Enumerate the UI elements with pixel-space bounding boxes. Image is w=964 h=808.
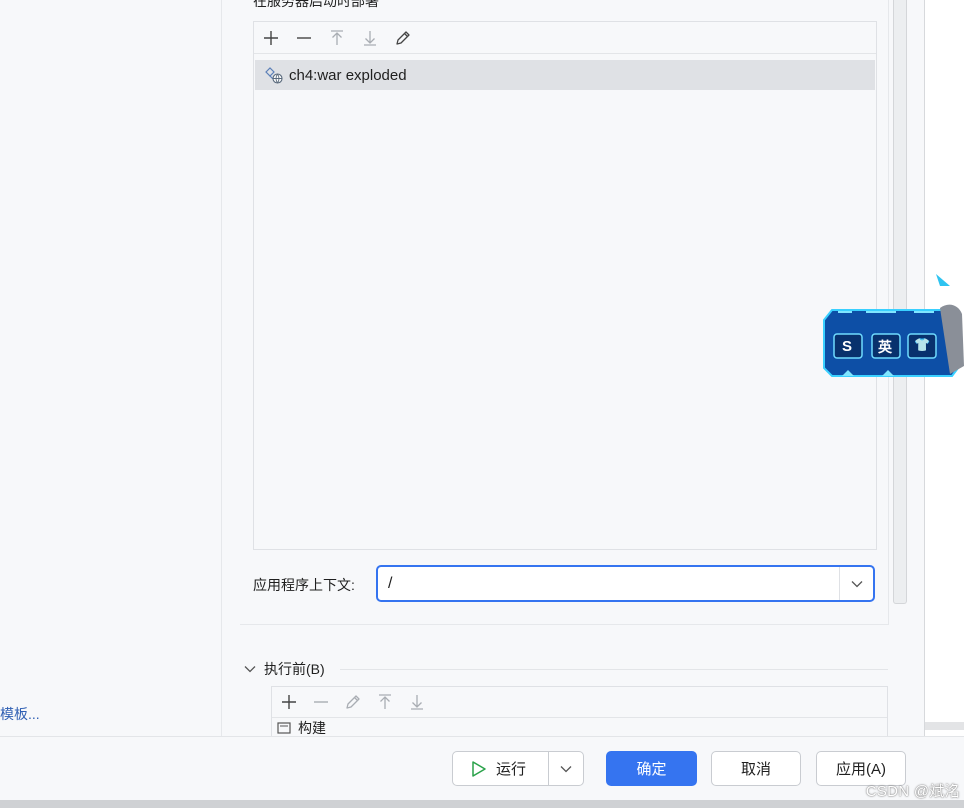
move-up-icon[interactable] bbox=[373, 690, 397, 714]
add-icon[interactable] bbox=[259, 26, 283, 50]
chevron-down-icon bbox=[560, 765, 572, 772]
run-icon bbox=[472, 760, 486, 777]
before-launch-item-label: 构建 bbox=[298, 720, 326, 736]
watermark: CSDN @斌洺 bbox=[865, 783, 960, 800]
chevron-down-icon[interactable] bbox=[839, 567, 873, 600]
widget-s-key[interactable]: S bbox=[842, 338, 852, 355]
deployment-section-title: 在服务器启动时部署 bbox=[253, 0, 379, 9]
before-launch-title: 执行前(B) bbox=[264, 661, 325, 677]
remove-icon[interactable] bbox=[309, 690, 333, 714]
move-down-icon[interactable] bbox=[405, 690, 429, 714]
divider bbox=[340, 669, 888, 670]
deployment-item[interactable]: ch4:war exploded bbox=[255, 60, 875, 90]
context-combobox[interactable]: / bbox=[376, 565, 875, 602]
build-icon bbox=[277, 722, 291, 734]
widget-skin-key[interactable]: 👕 bbox=[914, 337, 930, 353]
cancel-button[interactable]: 取消 bbox=[711, 751, 801, 786]
before-launch-toggle[interactable]: 执行前(B) bbox=[244, 659, 325, 679]
run-button[interactable]: 运行 bbox=[452, 751, 584, 786]
move-down-icon[interactable] bbox=[358, 26, 382, 50]
run-dropdown[interactable] bbox=[549, 752, 583, 785]
artifact-web-icon bbox=[264, 65, 284, 85]
context-value[interactable]: / bbox=[378, 575, 839, 593]
edit-icon[interactable] bbox=[391, 26, 415, 50]
context-label: 应用程序上下文: bbox=[253, 577, 355, 593]
run-main-button[interactable]: 运行 bbox=[453, 752, 549, 785]
edit-icon[interactable] bbox=[341, 690, 365, 714]
deployment-item-label: ch4:war exploded bbox=[289, 66, 407, 84]
deployment-list: ch4:war exploded bbox=[253, 21, 877, 550]
ok-button[interactable]: 确定 bbox=[606, 751, 697, 786]
ime-toolbar-widget[interactable]: S 英 👕 bbox=[818, 268, 964, 380]
window-bottom-edge bbox=[0, 800, 964, 808]
add-icon[interactable] bbox=[277, 690, 301, 714]
widget-lang-key[interactable]: 英 bbox=[878, 337, 892, 357]
before-launch-item[interactable]: 构建 bbox=[272, 718, 887, 738]
run-button-label: 运行 bbox=[496, 761, 527, 778]
edit-templates-link[interactable]: 模板... bbox=[0, 704, 40, 724]
deployment-toolbar bbox=[254, 22, 876, 54]
chevron-down-icon bbox=[244, 666, 256, 673]
before-launch-toolbar bbox=[272, 687, 887, 718]
left-pane: 模板... bbox=[0, 0, 222, 736]
move-up-icon[interactable] bbox=[325, 26, 349, 50]
remove-icon[interactable] bbox=[292, 26, 316, 50]
